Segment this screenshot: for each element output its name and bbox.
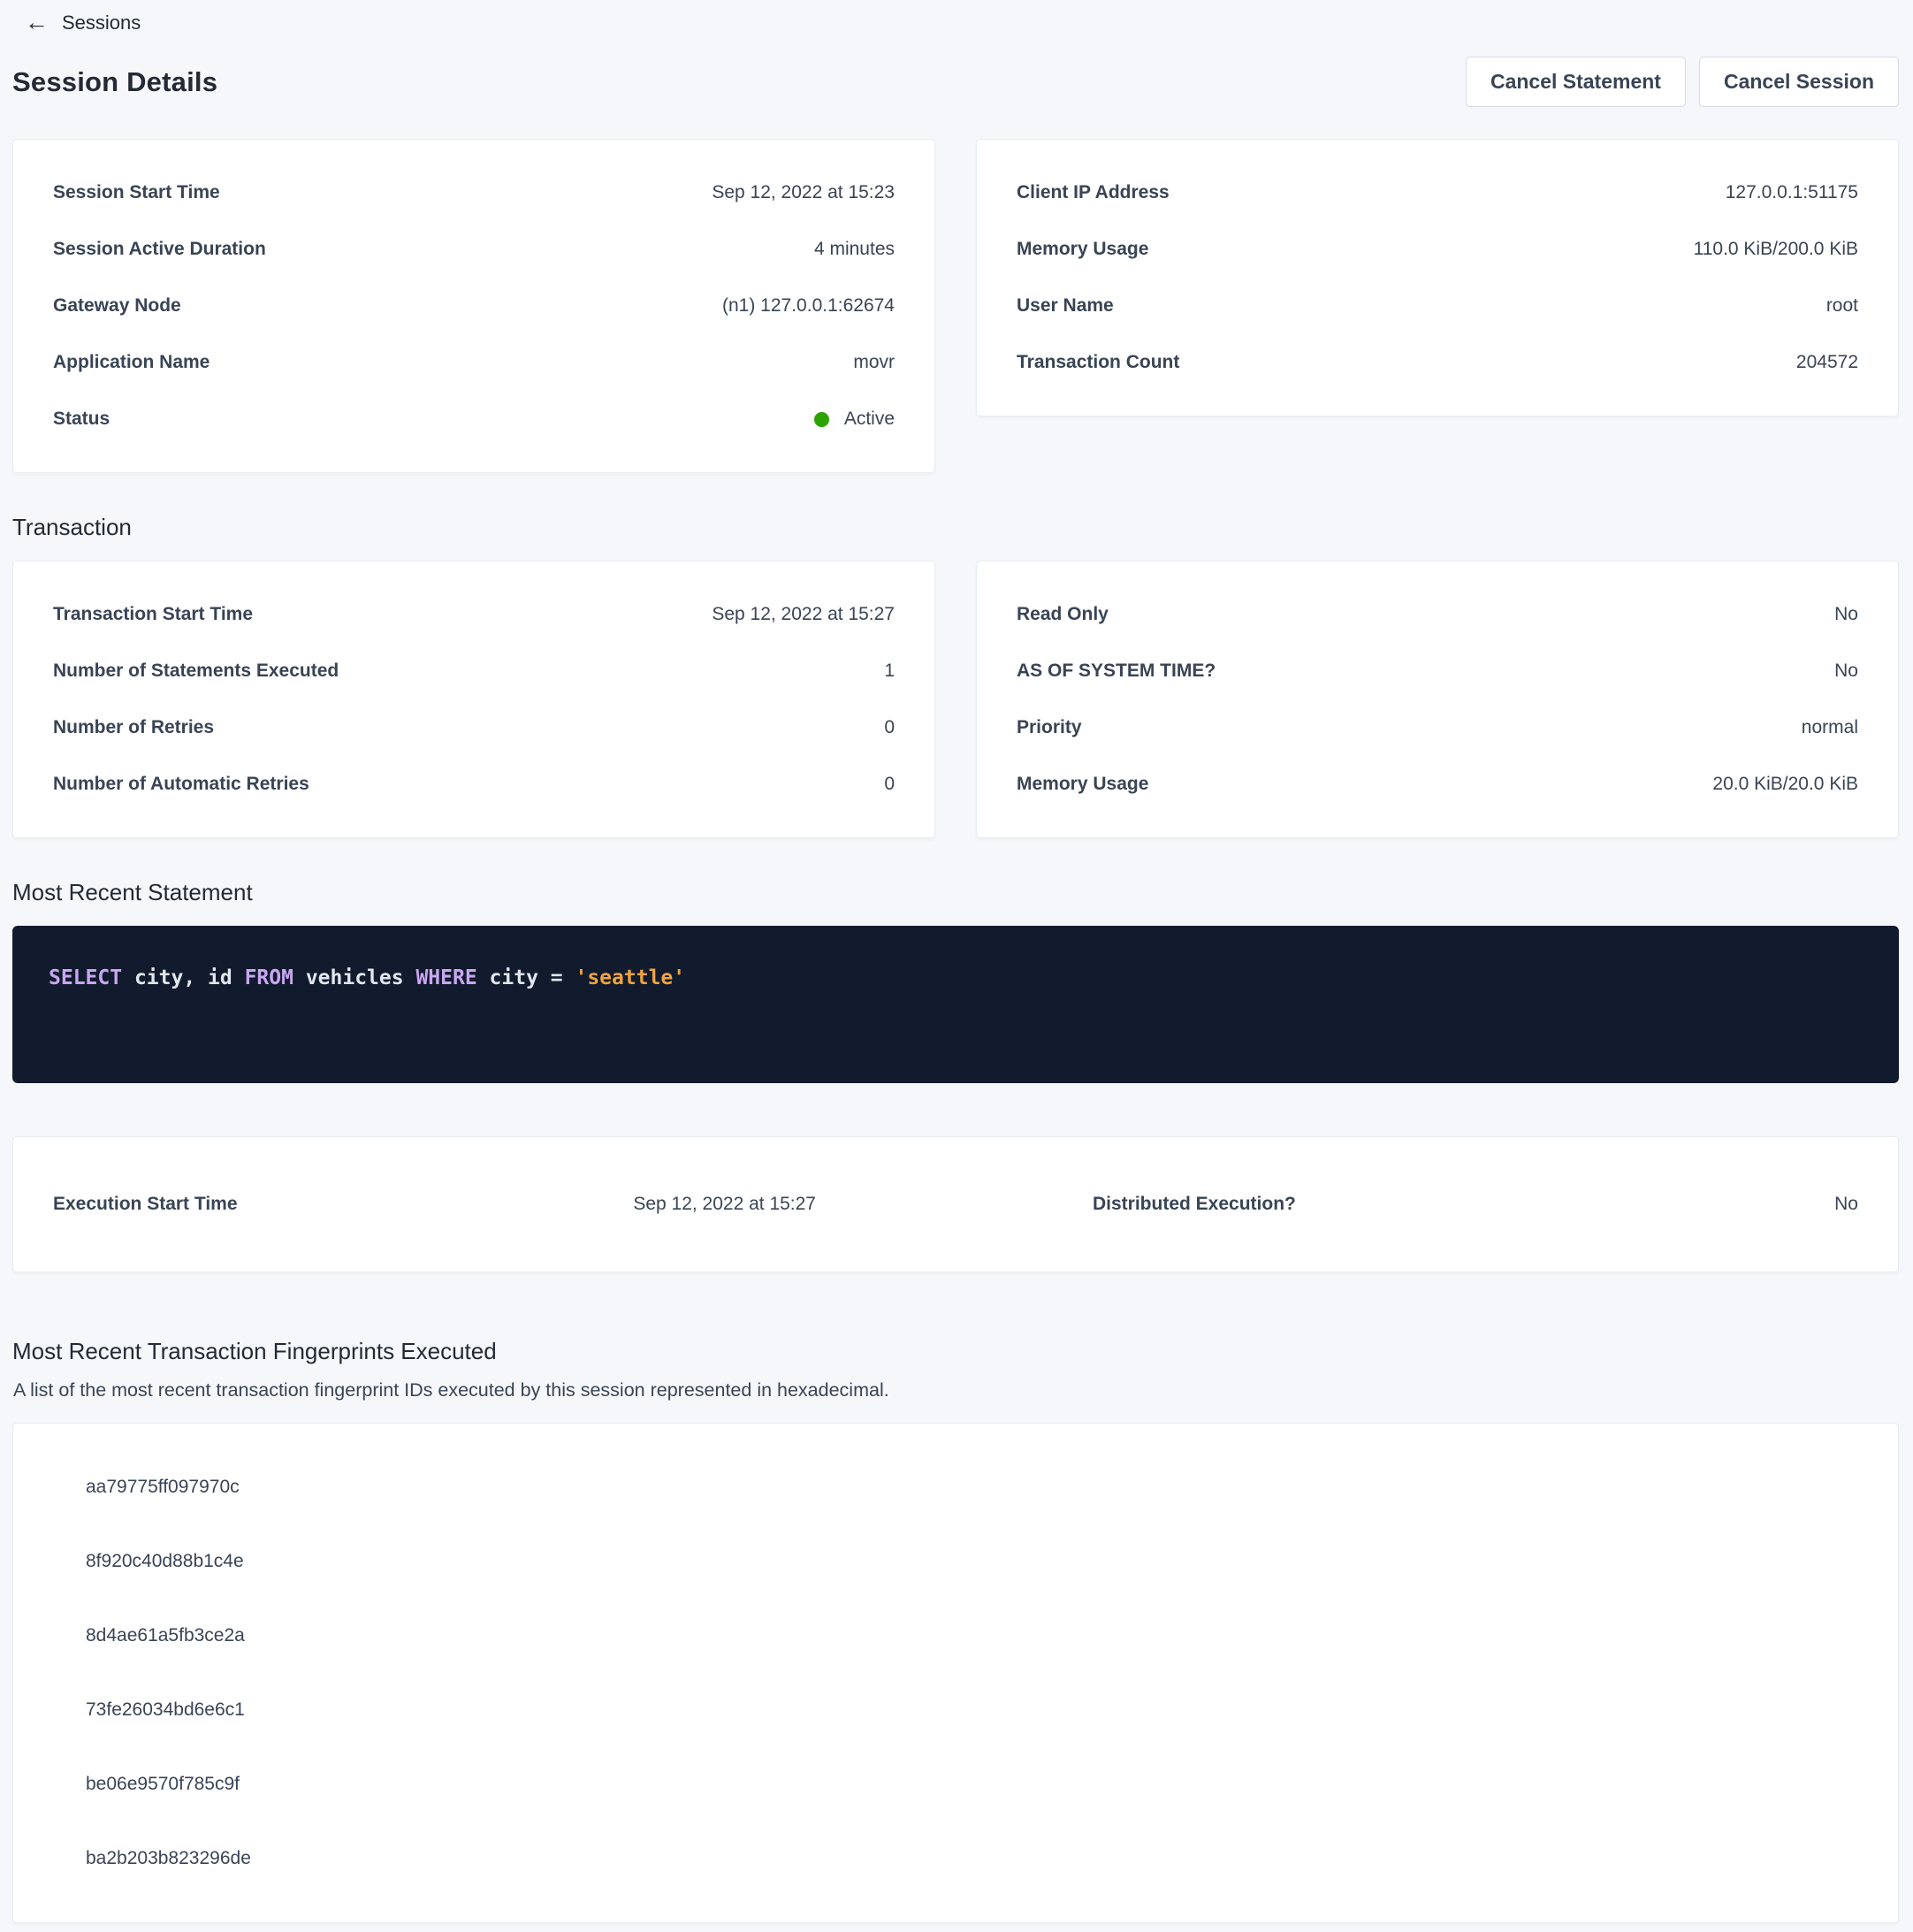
row-value: 127.0.0.1:51175 bbox=[1726, 182, 1858, 203]
summary-row-memory-usage: Memory Usage 110.0 KiB/200.0 KiB bbox=[1017, 221, 1858, 278]
sql-keyword: SELECT bbox=[49, 966, 122, 989]
row-value: 204572 bbox=[1796, 352, 1858, 373]
distributed-execution-pair: Distributed Execution? No bbox=[956, 1194, 1858, 1215]
summary-row-application-name: Application Name movr bbox=[53, 334, 895, 391]
sql-text: city = bbox=[477, 966, 575, 989]
title-row: Session Details Cancel Statement Cancel … bbox=[12, 57, 1899, 107]
transaction-card-left: Transaction Start Time Sep 12, 2022 at 1… bbox=[12, 561, 935, 838]
sql-statement-box: SELECT city, id FROM vehicles WHERE city… bbox=[12, 926, 1899, 1083]
sql-text: city, id bbox=[122, 966, 244, 989]
summary-row-status: Status Active bbox=[53, 391, 895, 447]
row-value: 4 minutes bbox=[814, 239, 895, 260]
header-actions: Cancel Statement Cancel Session bbox=[1466, 57, 1899, 107]
transaction-card-right: Read Only No AS OF SYSTEM TIME? No Prior… bbox=[976, 561, 1899, 838]
section-heading-most-recent-statement: Most Recent Statement bbox=[12, 879, 1899, 906]
summary-row-gateway-node: Gateway Node (n1) 127.0.0.1:62674 bbox=[53, 278, 895, 334]
fingerprint-item: 8d4ae61a5fb3ce2a bbox=[53, 1599, 1858, 1673]
back-link-sessions[interactable]: ← Sessions bbox=[25, 11, 141, 34]
breadcrumb-label[interactable]: Sessions bbox=[62, 11, 141, 34]
sql-string-literal: 'seattle' bbox=[575, 966, 685, 989]
row-value: 20.0 KiB/20.0 KiB bbox=[1712, 774, 1858, 795]
session-summary-card-right: Client IP Address 127.0.0.1:51175 Memory… bbox=[976, 139, 1899, 416]
transaction-cards-row: Transaction Start Time Sep 12, 2022 at 1… bbox=[12, 561, 1899, 838]
fingerprint-item: ba2b203b823296de bbox=[53, 1821, 1858, 1896]
row-value: Sep 12, 2022 at 15:27 bbox=[633, 1194, 816, 1215]
txn-row-statements-executed: Number of Statements Executed 1 bbox=[53, 643, 895, 699]
row-label: Memory Usage bbox=[1017, 239, 1148, 260]
fingerprint-item: aa79775ff097970c bbox=[53, 1450, 1858, 1524]
sql-keyword: FROM bbox=[245, 966, 293, 989]
row-label: AS OF SYSTEM TIME? bbox=[1017, 661, 1216, 682]
txn-row-as-of-system-time: AS OF SYSTEM TIME? No bbox=[1017, 643, 1858, 699]
row-label: Transaction Start Time bbox=[53, 604, 253, 625]
cancel-session-button[interactable]: Cancel Session bbox=[1699, 57, 1899, 107]
row-label: Application Name bbox=[53, 352, 210, 373]
row-value: movr bbox=[853, 352, 895, 373]
status-badge: Active bbox=[814, 409, 895, 430]
fingerprint-item: be06e9570f785c9f bbox=[53, 1747, 1858, 1821]
row-value: root bbox=[1826, 295, 1858, 317]
summary-row-client-ip: Client IP Address 127.0.0.1:51175 bbox=[1017, 164, 1858, 221]
summary-row-user-name: User Name root bbox=[1017, 278, 1858, 334]
row-label: Client IP Address bbox=[1017, 182, 1170, 203]
row-label: Session Start Time bbox=[53, 182, 220, 203]
summary-row-transaction-count: Transaction Count 204572 bbox=[1017, 334, 1858, 391]
execution-card: Execution Start Time Sep 12, 2022 at 15:… bbox=[12, 1136, 1899, 1272]
txn-row-retries: Number of Retries 0 bbox=[53, 699, 895, 756]
fingerprint-item: 8f920c40d88b1c4e bbox=[53, 1524, 1858, 1599]
session-details-page: ← Sessions Session Details Cancel Statem… bbox=[0, 0, 1913, 1932]
txn-row-start-time: Transaction Start Time Sep 12, 2022 at 1… bbox=[53, 586, 895, 643]
row-label: Memory Usage bbox=[1017, 774, 1148, 795]
row-label: Priority bbox=[1017, 717, 1082, 738]
row-value: 0 bbox=[884, 774, 895, 795]
cancel-statement-button[interactable]: Cancel Statement bbox=[1466, 57, 1686, 107]
row-label: Session Active Duration bbox=[53, 239, 266, 260]
session-summary-row: Session Start Time Sep 12, 2022 at 15:23… bbox=[12, 139, 1899, 473]
session-summary-card-left: Session Start Time Sep 12, 2022 at 15:23… bbox=[12, 139, 935, 473]
row-label: Number of Retries bbox=[53, 717, 214, 738]
row-label: Number of Automatic Retries bbox=[53, 774, 309, 795]
txn-row-priority: Priority normal bbox=[1017, 699, 1858, 756]
row-value: 110.0 KiB/200.0 KiB bbox=[1694, 239, 1858, 260]
fingerprints-card: aa79775ff097970c 8f920c40d88b1c4e 8d4ae6… bbox=[12, 1423, 1899, 1923]
row-value: 0 bbox=[884, 717, 895, 738]
summary-row-session-active-duration: Session Active Duration 4 minutes bbox=[53, 221, 895, 278]
section-heading-transaction: Transaction bbox=[12, 514, 1899, 541]
txn-row-automatic-retries: Number of Automatic Retries 0 bbox=[53, 756, 895, 813]
fingerprint-item: 73fe26034bd6e6c1 bbox=[53, 1673, 1858, 1747]
sql-text: vehicles bbox=[293, 966, 415, 989]
sql-keyword: WHERE bbox=[415, 966, 476, 989]
row-value: Sep 12, 2022 at 15:23 bbox=[712, 182, 895, 203]
row-value: No bbox=[1834, 1194, 1858, 1215]
row-value: No bbox=[1834, 604, 1858, 625]
section-heading-fingerprints: Most Recent Transaction Fingerprints Exe… bbox=[12, 1338, 1899, 1365]
execution-start-time-pair: Execution Start Time Sep 12, 2022 at 15:… bbox=[53, 1194, 956, 1215]
row-label: Status bbox=[53, 409, 110, 430]
row-label: Gateway Node bbox=[53, 295, 181, 317]
row-label: User Name bbox=[1017, 295, 1114, 317]
status-active-dot-icon bbox=[814, 412, 829, 427]
row-label: Transaction Count bbox=[1017, 352, 1179, 373]
fingerprints-description: A list of the most recent transaction fi… bbox=[13, 1379, 1899, 1401]
row-label: Distributed Execution? bbox=[1093, 1194, 1296, 1215]
row-value: normal bbox=[1802, 717, 1858, 738]
summary-row-session-start-time: Session Start Time Sep 12, 2022 at 15:23 bbox=[53, 164, 895, 221]
row-label: Read Only bbox=[1017, 604, 1109, 625]
arrow-left-icon: ← bbox=[25, 11, 49, 34]
row-value: Sep 12, 2022 at 15:27 bbox=[712, 604, 895, 625]
row-value: 1 bbox=[884, 661, 895, 682]
row-value: No bbox=[1834, 661, 1858, 682]
gateway-node-link[interactable]: (n1) 127.0.0.1:62674 bbox=[722, 295, 895, 317]
txn-row-memory-usage: Memory Usage 20.0 KiB/20.0 KiB bbox=[1017, 756, 1858, 813]
status-label: Active bbox=[844, 409, 895, 430]
page-title: Session Details bbox=[12, 66, 217, 98]
row-label: Number of Statements Executed bbox=[53, 661, 339, 682]
txn-row-read-only: Read Only No bbox=[1017, 586, 1858, 643]
row-label: Execution Start Time bbox=[53, 1194, 238, 1215]
